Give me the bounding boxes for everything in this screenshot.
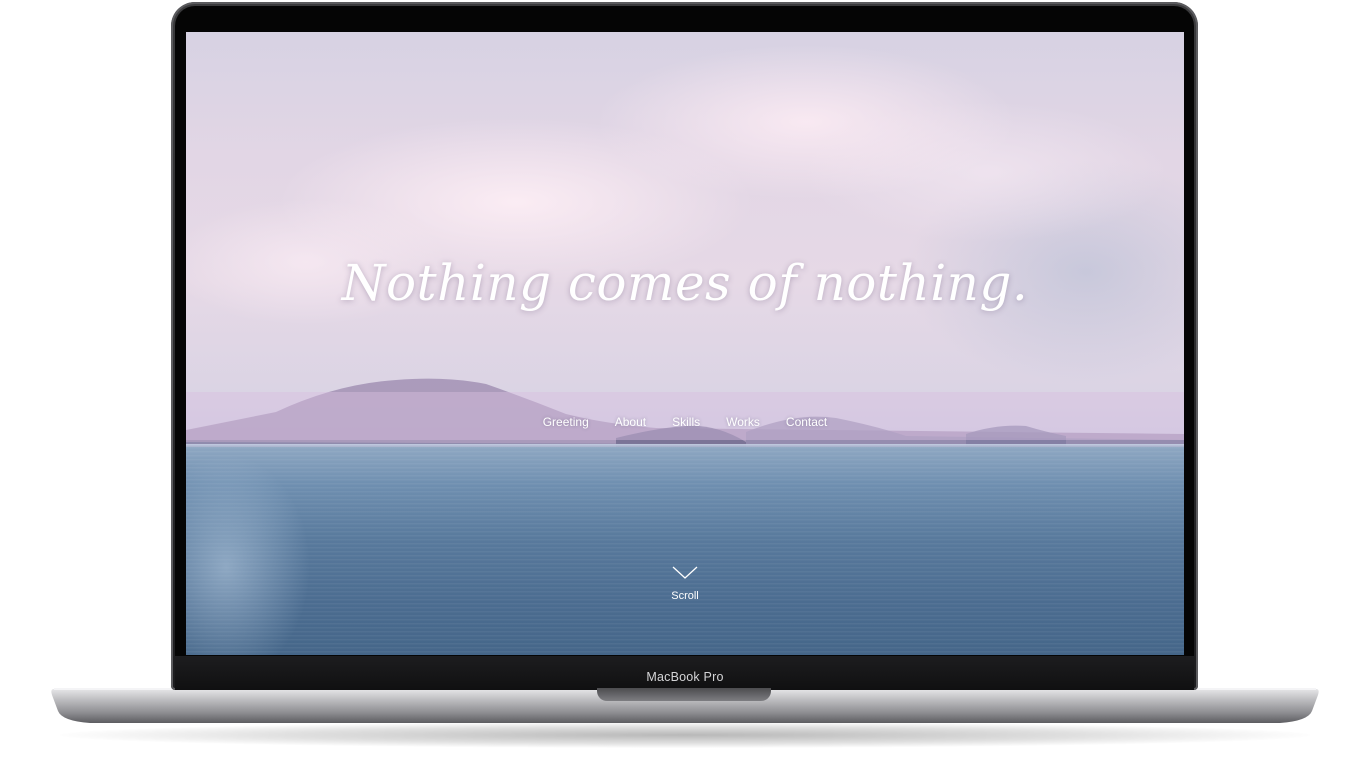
nav-item-works[interactable]: Works xyxy=(726,415,760,429)
nav-item-skills[interactable]: Skills xyxy=(672,415,700,429)
scroll-label[interactable]: Scroll xyxy=(671,590,699,602)
nav-item-greeting[interactable]: Greeting xyxy=(543,415,589,429)
scroll-indicator[interactable]: Scroll xyxy=(186,566,1184,602)
lid-notch xyxy=(597,688,771,701)
hero-headline: Nothing comes of nothing. xyxy=(341,254,1029,312)
nav-item-about[interactable]: About xyxy=(615,415,646,429)
chevron-down-icon[interactable] xyxy=(672,566,698,580)
macbook-mockup: MacBook Pro Nothing comes of nothing. Gr… xyxy=(0,0,1370,767)
device-brand-label: MacBook Pro xyxy=(646,670,724,684)
nav-item-contact[interactable]: Contact xyxy=(786,415,827,429)
website-screen: Nothing comes of nothing. Greeting About… xyxy=(186,32,1184,655)
sea-background xyxy=(186,447,1184,655)
main-nav: Greeting About Skills Works Contact xyxy=(186,415,1184,429)
